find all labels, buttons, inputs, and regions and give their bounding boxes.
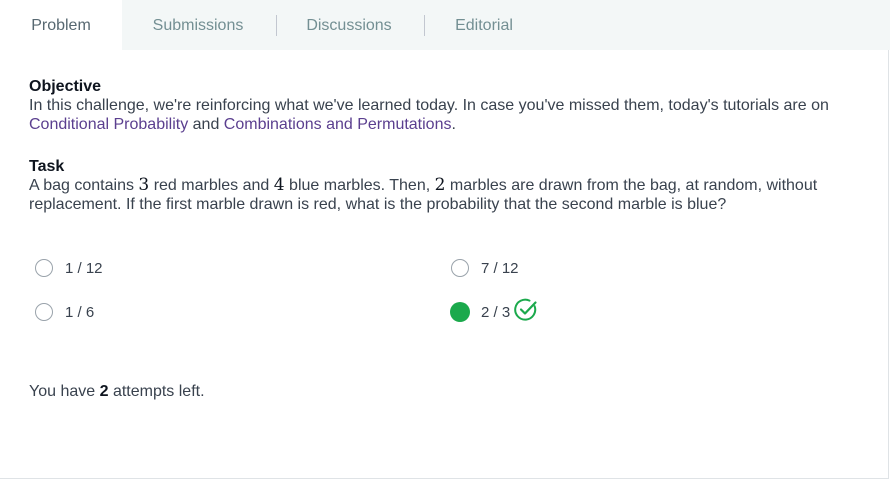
option-label: 7 / 12 xyxy=(481,259,519,277)
conditional-probability-link[interactable]: Conditional Probability xyxy=(29,116,188,133)
tab-submissions[interactable]: Submissions xyxy=(140,0,256,50)
problem-statement: Objective In this challenge, we're reinf… xyxy=(29,78,859,214)
attempts-text-start: You have xyxy=(29,383,100,400)
task-text-2: red marbles and xyxy=(149,177,274,194)
red-count: 3 xyxy=(138,175,150,195)
option-label: 1 / 12 xyxy=(65,259,103,277)
radio-button[interactable] xyxy=(35,303,53,321)
tab-discussions[interactable]: Discussions xyxy=(296,0,402,50)
tab-problem[interactable]: Problem xyxy=(0,0,122,50)
task-text: A bag contains 3 red marbles and 4 blue … xyxy=(29,176,859,214)
attempts-count: 2 xyxy=(99,383,109,400)
option-1-12[interactable]: 1 / 12 xyxy=(35,257,103,279)
tab-divider xyxy=(424,15,425,36)
option-7-12[interactable]: 7 / 12 xyxy=(451,257,519,279)
problem-panel: Objective In this challenge, we're reinf… xyxy=(0,50,889,479)
radio-button-selected[interactable] xyxy=(450,302,470,322)
tab-bar: Problem Submissions Discussions Editoria… xyxy=(0,0,890,50)
combinations-permutations-link[interactable]: Combinations and Permutations xyxy=(224,116,452,133)
tab-divider xyxy=(276,15,277,36)
correct-check-icon xyxy=(514,298,538,327)
radio-button[interactable] xyxy=(451,259,469,277)
option-label: 2 / 3 xyxy=(481,303,511,321)
task-text-3: blue marbles. Then, xyxy=(284,177,435,194)
task-text-1: A bag contains xyxy=(29,177,139,194)
objective-text-start: In this challenge, we're reinforcing wha… xyxy=(29,97,829,114)
drawn-count: 2 xyxy=(434,175,446,195)
task-heading: Task xyxy=(29,158,65,175)
option-2-3[interactable]: 2 / 3 xyxy=(450,298,538,323)
option-1-6[interactable]: 1 / 6 xyxy=(35,301,94,323)
blue-count: 4 xyxy=(273,175,285,195)
objective-text: In this challenge, we're reinforcing wha… xyxy=(29,96,859,134)
radio-button[interactable] xyxy=(35,259,53,277)
objective-text-end: . xyxy=(451,116,456,133)
objective-text-and: and xyxy=(188,116,224,133)
tab-editorial[interactable]: Editorial xyxy=(443,0,525,50)
attempts-text-end: attempts left. xyxy=(108,383,205,400)
option-label: 1 / 6 xyxy=(65,303,95,321)
attempts-remaining: You have 2 attempts left. xyxy=(29,383,205,401)
objective-heading: Objective xyxy=(29,78,102,95)
